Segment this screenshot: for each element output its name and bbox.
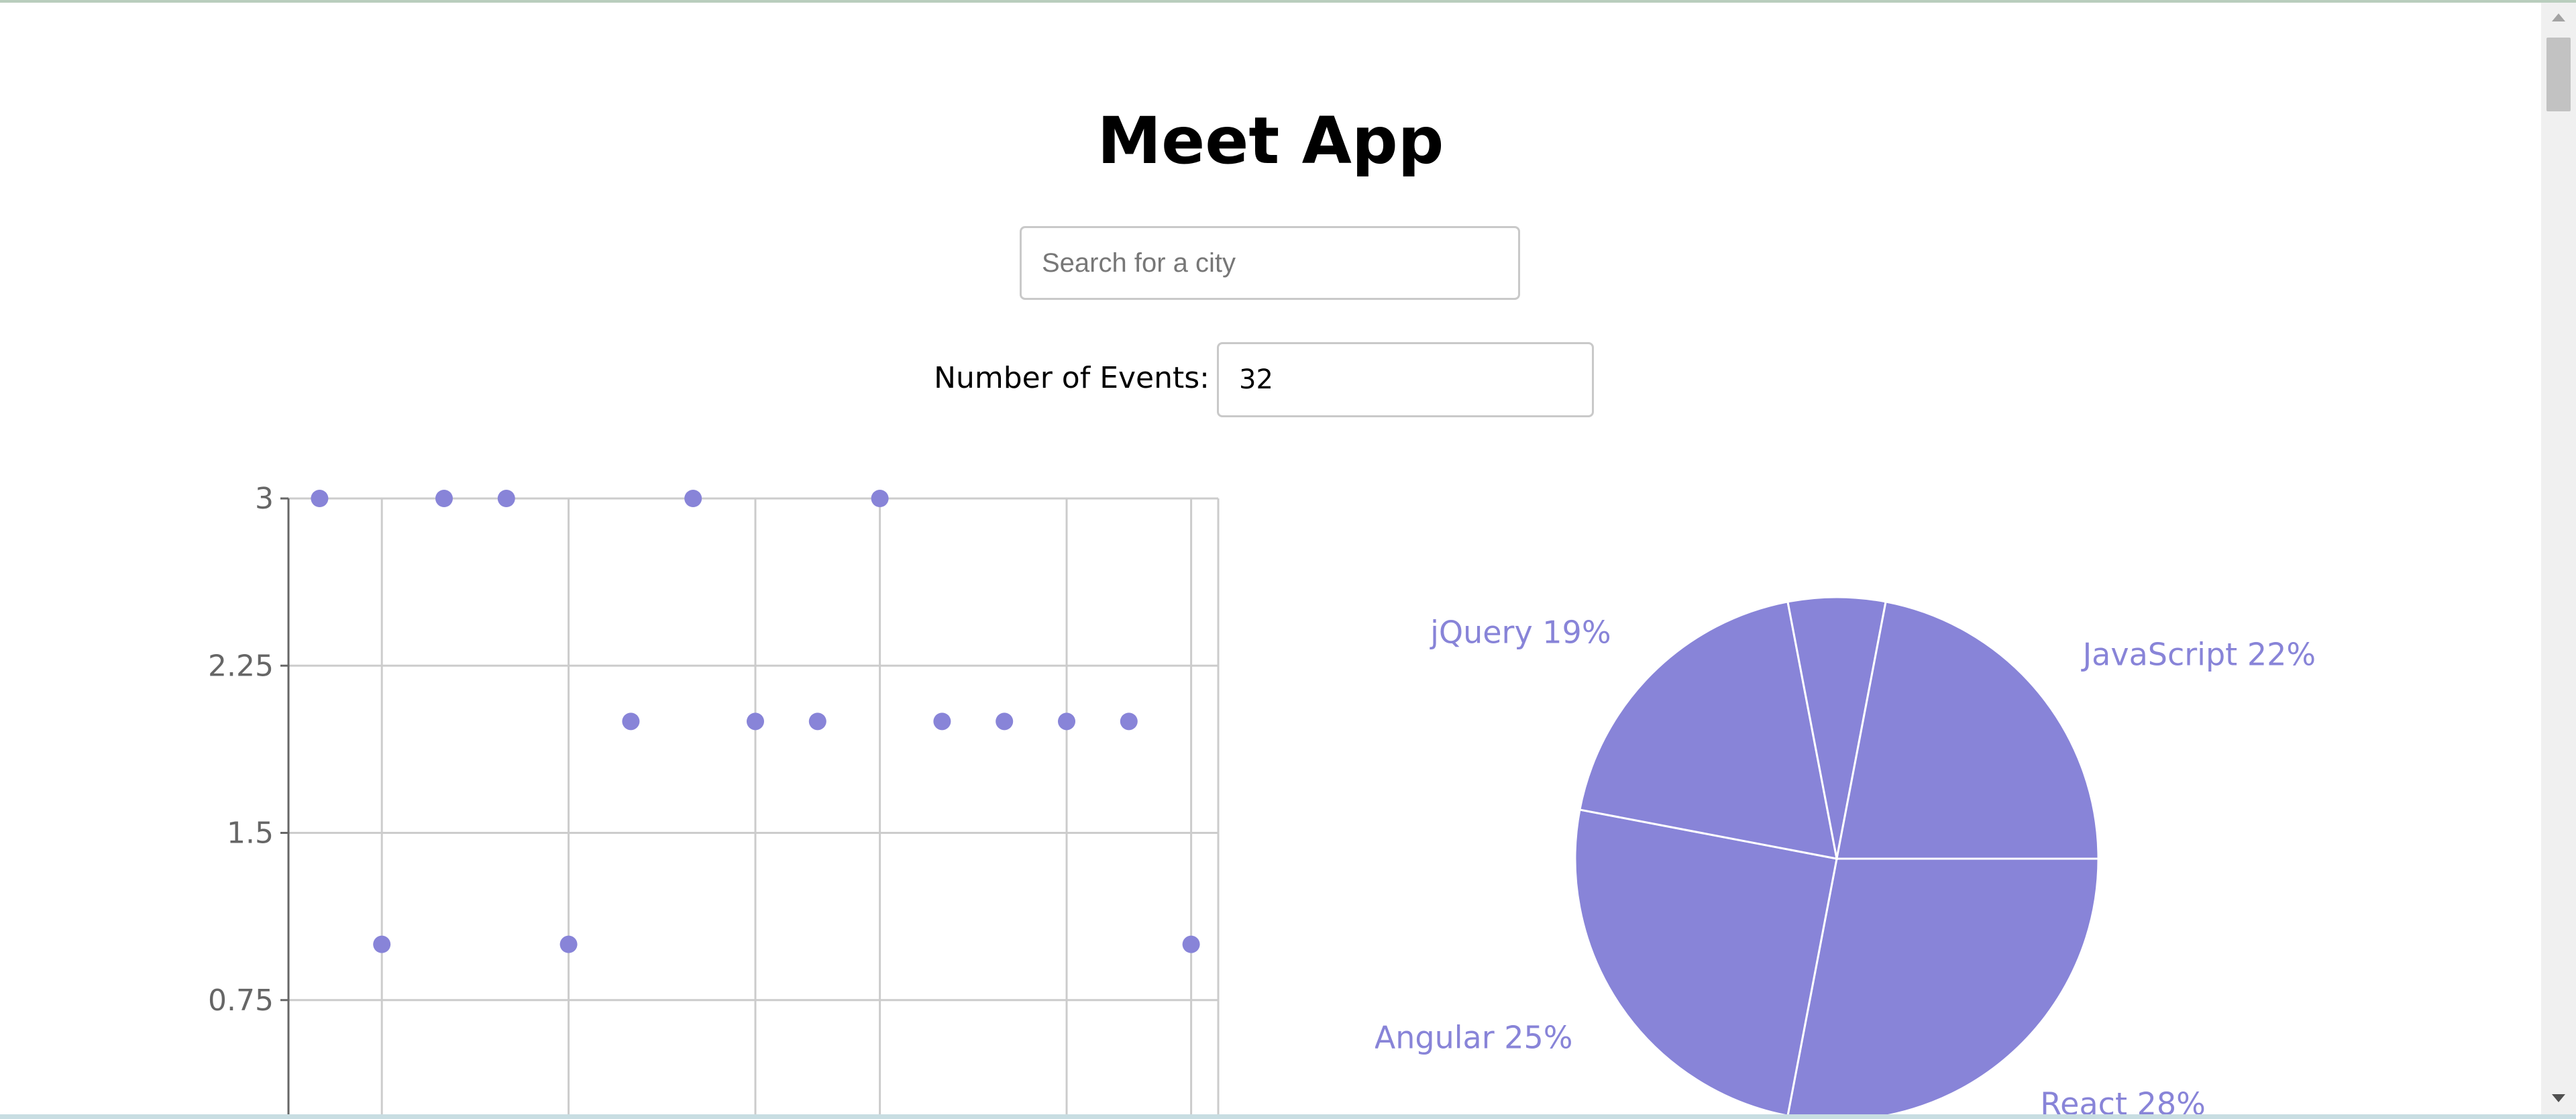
window-bottom-border <box>0 1114 2576 1119</box>
scatter-point <box>311 490 329 507</box>
scroll-down-arrow-icon[interactable] <box>2541 1085 2576 1114</box>
pie-label-jquery: jQuery 19% <box>1430 615 1611 651</box>
scatter-point <box>373 935 391 953</box>
pie-slice-angular <box>1574 808 1838 1114</box>
number-of-events-input[interactable] <box>1217 342 1594 417</box>
pie-chart: React 28%Angular 25%jQuery 19%Node 6%Jav… <box>1375 596 2314 1114</box>
vertical-scrollbar[interactable] <box>2541 3 2576 1114</box>
page-title: Meet App <box>1097 103 1444 178</box>
scatter-point <box>747 712 764 731</box>
scatter-y-tick-label: 3 <box>255 482 274 516</box>
scatter-point <box>1120 712 1138 731</box>
scatter-point <box>559 935 578 953</box>
scatter-point <box>933 712 951 731</box>
scatter-point <box>497 490 515 507</box>
scatter-point <box>435 490 453 507</box>
number-of-events-label: Number of Events: <box>934 361 1210 395</box>
scatter-y-tick-label: 1.5 <box>227 816 274 851</box>
city-search-input[interactable] <box>1020 226 1520 300</box>
scatter-grid <box>288 497 1220 1114</box>
scatter-point <box>808 712 826 731</box>
scatter-point <box>622 712 640 731</box>
scatter-point <box>871 490 889 507</box>
page-content: Meet App Number of Events: 32.251.50.75 … <box>0 0 2541 1114</box>
scatter-point <box>684 490 702 507</box>
pie-slice-react <box>1786 857 2100 1114</box>
pie-label-javascript: JavaScript 22% <box>2081 637 2314 673</box>
scatter-point <box>996 712 1014 731</box>
pie-label-react: React 28% <box>2040 1086 2206 1114</box>
scatter-chart: 3 2.25 1.5 0.75 <box>208 482 1220 1114</box>
scatter-point <box>1182 935 1200 953</box>
scrollbar-thumb[interactable] <box>2546 38 2571 111</box>
pie-label-angular: Angular 25% <box>1375 1019 1572 1055</box>
scroll-up-arrow-icon[interactable] <box>2541 3 2576 32</box>
scatter-point <box>1058 712 1075 731</box>
scatter-y-tick-label: 2.25 <box>208 649 274 683</box>
scatter-y-tick-label: 0.75 <box>208 983 274 1018</box>
